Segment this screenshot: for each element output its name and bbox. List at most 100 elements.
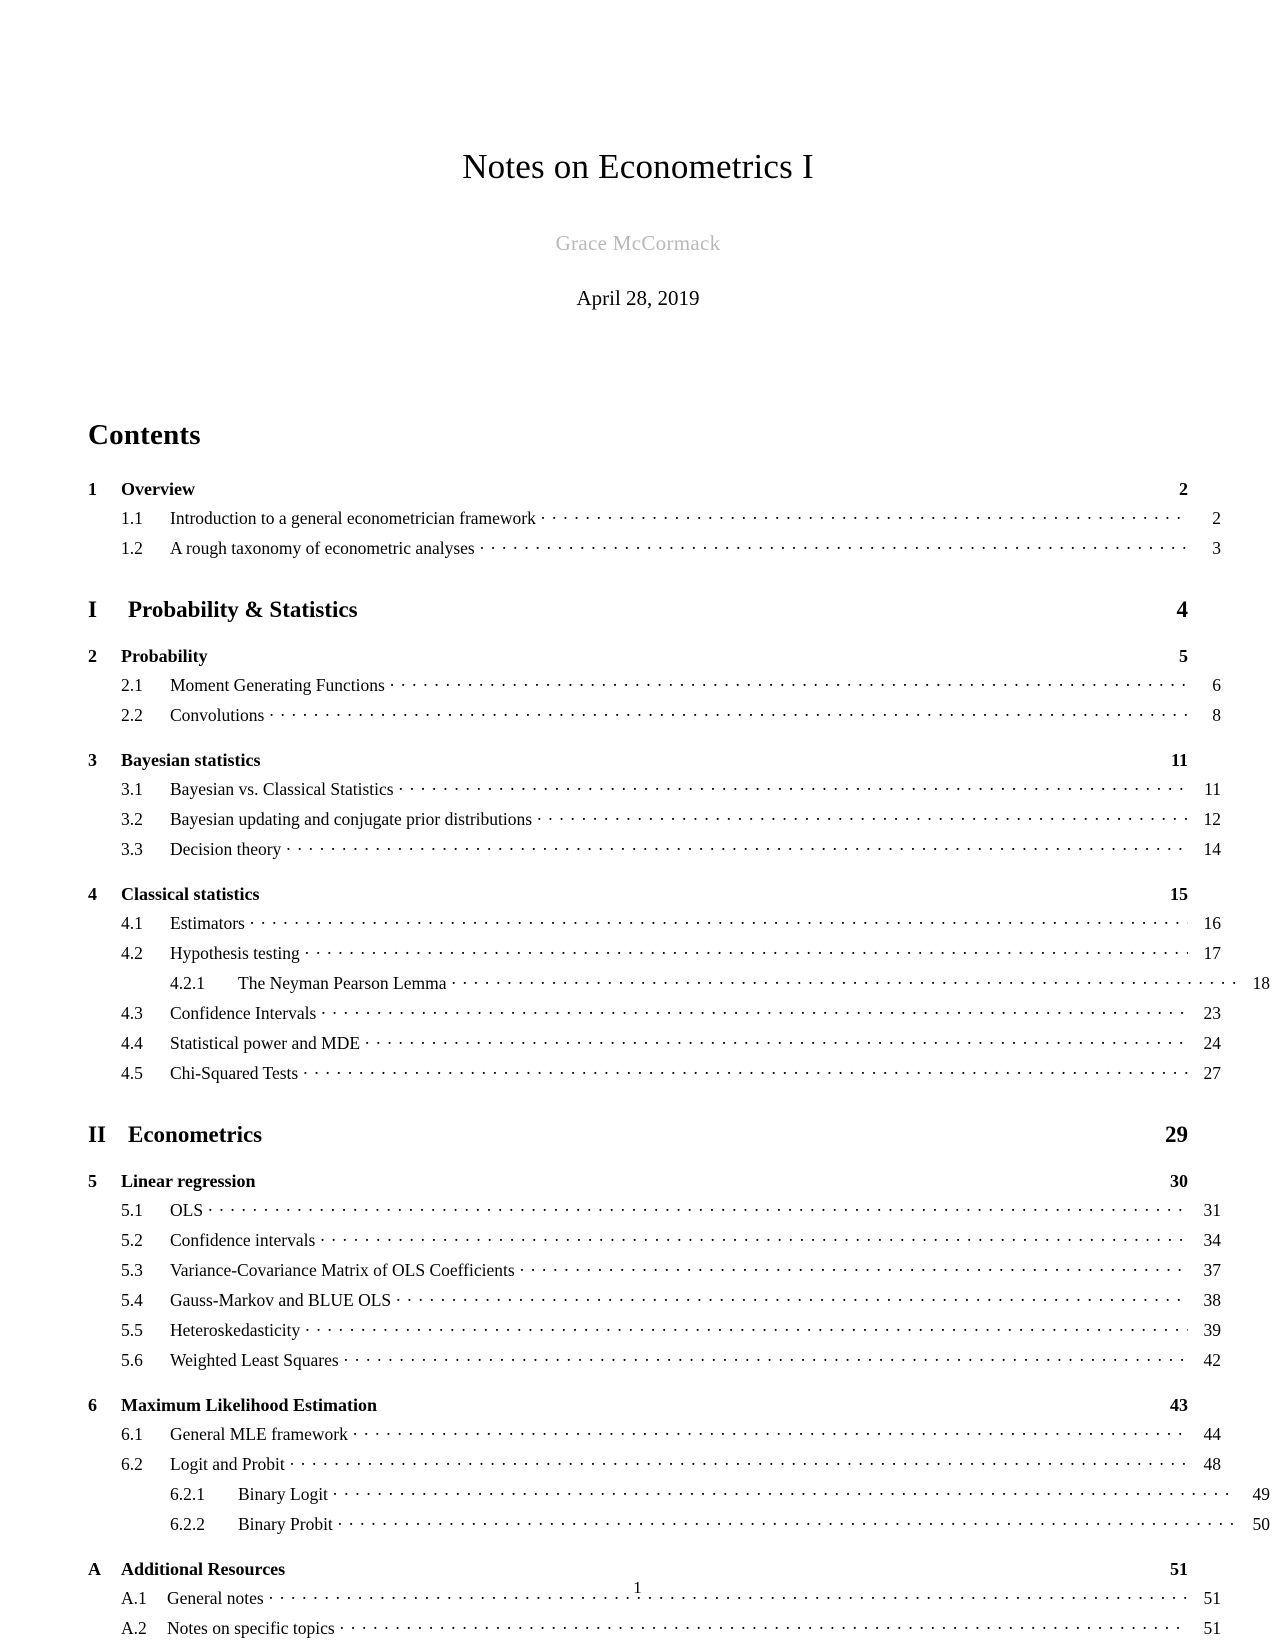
toc-entry-sub[interactable]: 5.2 Confidence intervals 34 xyxy=(88,1229,1221,1250)
toc-entry-number: 6.2.1 xyxy=(170,1484,205,1504)
contents-heading: Contents xyxy=(88,418,201,451)
toc-entry-label: A rough taxonomy of econometric analyses xyxy=(170,538,475,558)
toc-entry-label: Bayesian updating and conjugate prior di… xyxy=(170,809,533,829)
toc-entry-dot-leader xyxy=(399,778,1188,796)
toc-entry-sub[interactable]: 5.4 Gauss-Markov and BLUE OLS 38 xyxy=(88,1289,1221,1310)
toc-entry-page-number: 16 xyxy=(1203,913,1222,933)
toc-entry-number: 2.2 xyxy=(121,705,143,725)
toc-entry-dot-leader xyxy=(365,1032,1188,1050)
toc-entry-number: 4.4 xyxy=(121,1033,143,1053)
toc-entry-number: II xyxy=(88,1121,106,1147)
toc-entry-sub[interactable]: 4.4 Statistical power and MDE 24 xyxy=(88,1032,1221,1053)
toc-entry-subsub[interactable]: 6.2.1 Binary Logit 49 xyxy=(88,1483,1270,1504)
toc-entry-section[interactable]: 2 Probability 5 xyxy=(88,647,1188,665)
toc-entry-subsub[interactable]: 6.2.2 Binary Probit 50 xyxy=(88,1513,1270,1534)
toc-entry-sub[interactable]: 3.3 Decision theory 14 xyxy=(88,838,1221,859)
toc-entry-page-number: 8 xyxy=(1212,705,1221,725)
toc-entry-label: General MLE framework xyxy=(170,1424,348,1444)
toc-entry-section[interactable]: 5 Linear regression 30 xyxy=(88,1172,1188,1190)
toc-entry-label: The Neyman Pearson Lemma xyxy=(238,973,447,993)
toc-entry-page-number: 48 xyxy=(1203,1454,1222,1474)
toc-entry-number: 6.2 xyxy=(121,1454,143,1474)
toc-entry-dot-leader xyxy=(338,1513,1237,1531)
toc-entry-page-number: 23 xyxy=(1203,1003,1222,1023)
toc-entry-section[interactable]: 1 Overview 2 xyxy=(88,480,1188,498)
toc-entry-page-number: 37 xyxy=(1203,1260,1222,1280)
toc-entry-sub[interactable]: 1.1 Introduction to a general econometric… xyxy=(88,507,1221,528)
toc-entry-page-number: 15 xyxy=(1170,883,1188,904)
toc-entry-label: OLS xyxy=(170,1200,204,1220)
toc-entry-label: Variance-Covariance Matrix of OLS Coeffi… xyxy=(170,1260,515,1280)
toc-entry-label: Confidence intervals xyxy=(170,1230,316,1250)
toc-entry-sub[interactable]: 2.1 Moment Generating Functions 6 xyxy=(88,674,1221,695)
toc-entry-dot-leader xyxy=(451,972,1237,990)
toc-entry-number: 6.2.2 xyxy=(170,1514,205,1534)
toc-entry-dot-leader xyxy=(353,1423,1188,1441)
toc-entry-dot-leader xyxy=(396,1289,1188,1307)
toc-entry-label: Econometrics xyxy=(128,1121,263,1147)
toc-entry-label: Binary Probit xyxy=(238,1514,333,1534)
toc-entry-number: 5.6 xyxy=(121,1350,143,1370)
toc-entry-dot-leader xyxy=(480,537,1188,555)
toc-entry-sub[interactable]: 3.1 Bayesian vs. Classical Statistics 11 xyxy=(88,778,1221,799)
toc-entry-page-number: 27 xyxy=(1203,1063,1222,1083)
toc-entry-label: Maximum Likelihood Estimation xyxy=(121,1394,378,1415)
toc-entry-sub[interactable]: 4.3 Confidence Intervals 23 xyxy=(88,1002,1221,1023)
toc-entry-subsub[interactable]: 4.2.1 The Neyman Pearson Lemma 18 xyxy=(88,972,1270,993)
toc-entry-sub[interactable]: 6.1 General MLE framework 44 xyxy=(88,1423,1221,1444)
toc-entry-sub[interactable]: 3.2 Bayesian updating and conjugate prior… xyxy=(88,808,1221,829)
toc-entry-number: 3 xyxy=(88,749,97,770)
toc-entry-label: Weighted Least Squares xyxy=(170,1350,339,1370)
toc-entry-dot-leader xyxy=(333,1483,1237,1501)
toc-entry-dot-leader xyxy=(250,912,1188,930)
toc-entry-part[interactable]: II Econometrics 29 xyxy=(88,1123,1188,1146)
footer-page-number: 1 xyxy=(633,1578,642,1597)
toc-entry-page-number: 51 xyxy=(1203,1618,1222,1638)
toc-entry-sub[interactable]: A.2 Notes on specific topics 51 xyxy=(88,1617,1221,1638)
toc-entry-sub[interactable]: 5.6 Weighted Least Squares 42 xyxy=(88,1349,1221,1370)
toc-entry-sub[interactable]: 2.2 Convolutions 8 xyxy=(88,704,1221,725)
toc-entry-label: Bayesian vs. Classical Statistics xyxy=(170,779,394,799)
toc-entry-label: Convolutions xyxy=(170,705,265,725)
toc-entry-page-number: 34 xyxy=(1203,1230,1222,1250)
toc-entry-dot-leader xyxy=(208,1199,1188,1217)
toc-entry-sub[interactable]: 5.1 OLS 31 xyxy=(88,1199,1221,1220)
toc-entry-page-number: 31 xyxy=(1203,1200,1222,1220)
toc-entry-part[interactable]: I Probability & Statistics 4 xyxy=(88,598,1188,621)
toc-entry-number: 5.3 xyxy=(121,1260,143,1280)
toc-entry-number: 6 xyxy=(88,1394,97,1415)
document-date: April 28, 2019 xyxy=(576,285,700,310)
toc-entry-label: Classical statistics xyxy=(121,883,260,904)
toc-entry-sub[interactable]: 5.5 Heteroskedasticity 39 xyxy=(88,1319,1221,1340)
toc-entry-sub[interactable]: 1.2 A rough taxonomy of econometric analy… xyxy=(88,537,1221,558)
toc-entry-number: I xyxy=(88,596,97,622)
toc-entry-section[interactable]: 3 Bayesian statistics 11 xyxy=(88,751,1188,769)
table-of-contents: 1 Overview 2 1.1 Introduction to a general e… xyxy=(88,480,1270,1638)
document-author: Grace McCormack xyxy=(555,230,721,255)
toc-entry-dot-leader xyxy=(344,1349,1188,1367)
toc-entry-sub[interactable]: 5.3 Variance-Covariance Matrix of OLS Coe… xyxy=(88,1259,1221,1280)
toc-entry-section[interactable]: A Additional Resources 51 xyxy=(88,1560,1188,1578)
toc-entry-number: 1.1 xyxy=(121,508,143,528)
toc-entry-sub[interactable]: 6.2 Logit and Probit 48 xyxy=(88,1453,1221,1474)
toc-entry-sub[interactable]: 4.1 Estimators 16 xyxy=(88,912,1221,933)
title-block: Notes on Econometrics I Grace McCormack … xyxy=(88,0,1188,311)
toc-entry-page-number: 43 xyxy=(1170,1394,1188,1415)
toc-entry-sub[interactable]: 4.2 Hypothesis testing 17 xyxy=(88,942,1221,963)
toc-entry-page-number: 4 xyxy=(1176,596,1189,622)
toc-entry-number: 2.1 xyxy=(121,675,143,695)
toc-entry-section[interactable]: 6 Maximum Likelihood Estimation 43 xyxy=(88,1396,1188,1414)
toc-entry-page-number: 18 xyxy=(1252,973,1271,993)
toc-entry-page-number: 11 xyxy=(1204,779,1221,799)
toc-entry-section[interactable]: 4 Classical statistics 15 xyxy=(88,885,1188,903)
toc-entry-label: Probability & Statistics xyxy=(128,596,358,622)
toc-entry-label: Bayesian statistics xyxy=(121,749,261,770)
toc-entry-page-number: 30 xyxy=(1170,1170,1188,1191)
toc-entry-page-number: 44 xyxy=(1203,1424,1222,1444)
toc-entry-sub[interactable]: 4.5 Chi-Squared Tests 27 xyxy=(88,1062,1221,1083)
toc-entry-label: Heteroskedasticity xyxy=(170,1320,301,1340)
toc-entry-page-number: 17 xyxy=(1203,943,1222,963)
toc-entry-label: Confidence Intervals xyxy=(170,1003,317,1023)
document-page: Notes on Econometrics I Grace McCormack … xyxy=(0,0,1275,1650)
toc-entry-dot-leader xyxy=(541,507,1188,525)
